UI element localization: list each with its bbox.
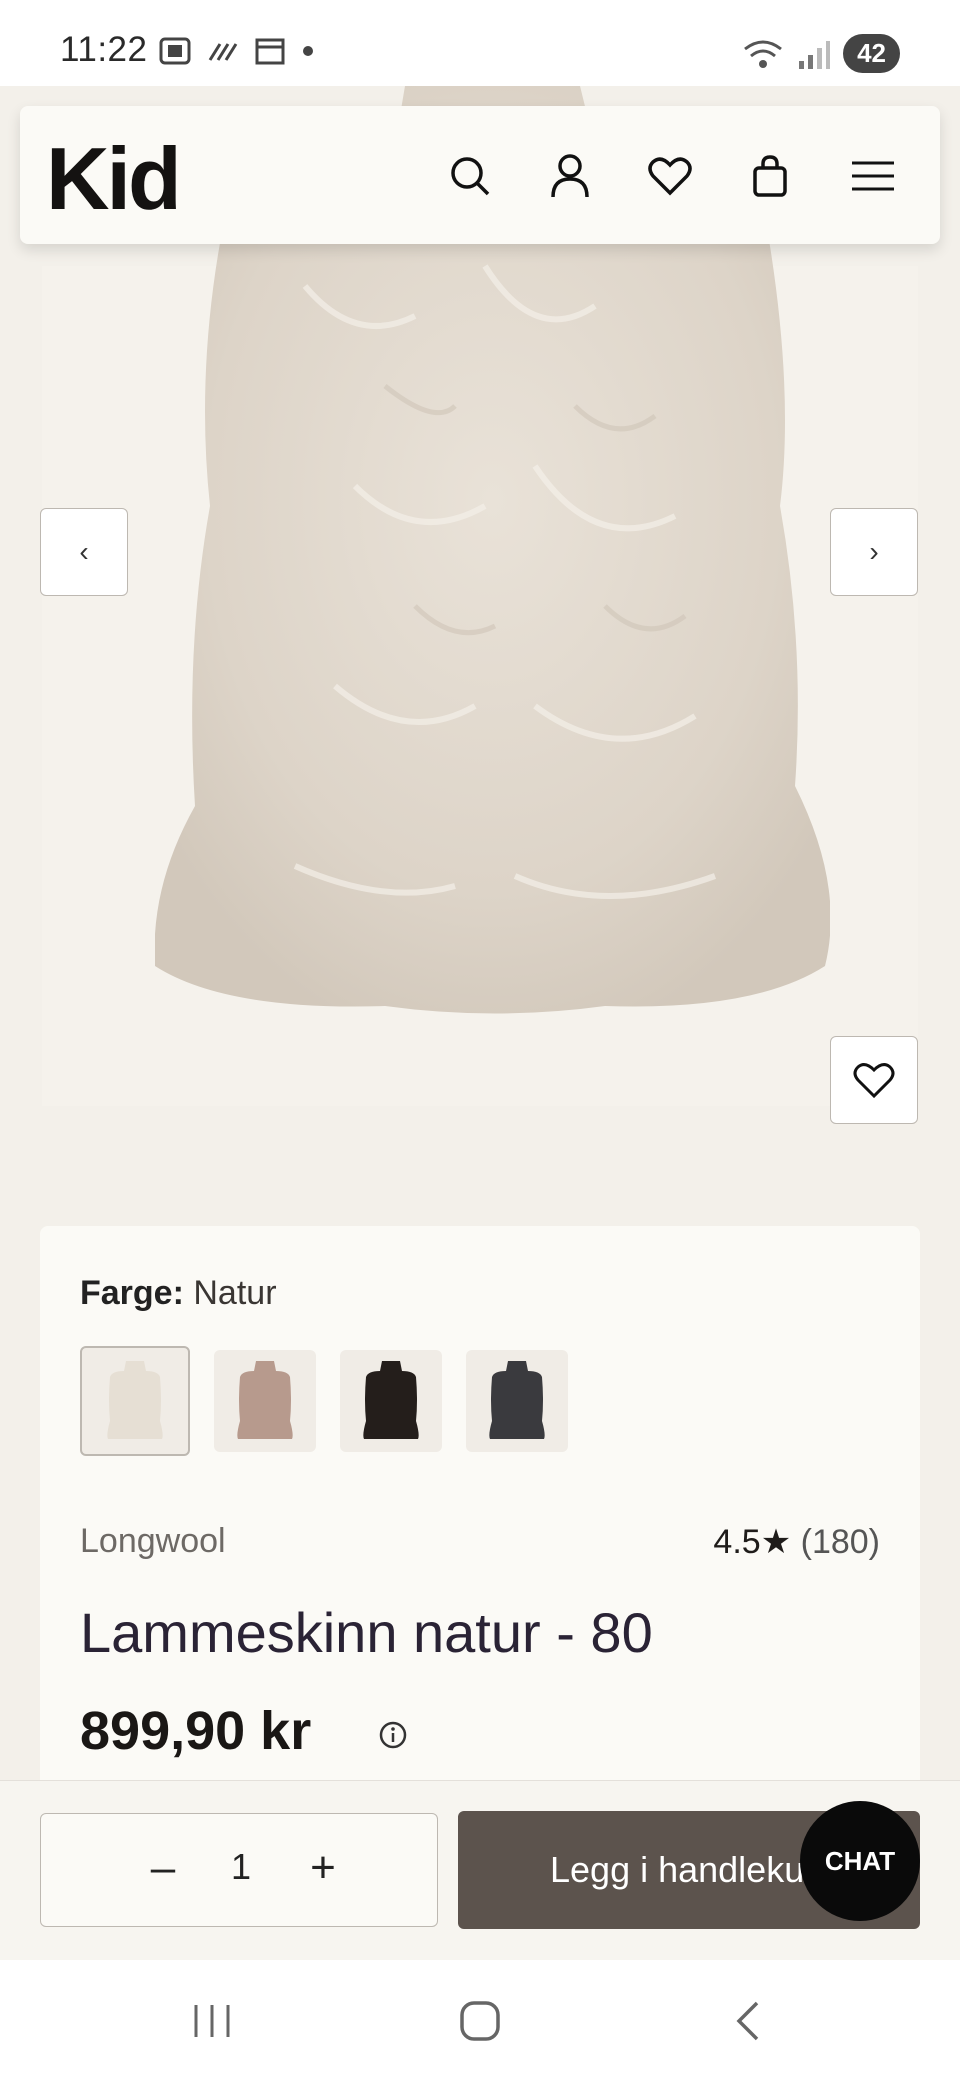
account-icon — [551, 154, 589, 198]
system-navigation-bar — [0, 1960, 960, 2080]
product-price: 899,90 kr — [80, 1701, 312, 1761]
recent-apps-button[interactable] — [182, 1996, 242, 2046]
heart-icon — [853, 1063, 895, 1099]
search-icon — [451, 157, 490, 196]
heart-icon — [648, 157, 692, 196]
gallery-next-button[interactable]: › — [830, 508, 918, 596]
cart-button[interactable] — [740, 146, 800, 206]
site-header: Kid — [20, 106, 940, 244]
status-left-icons — [158, 36, 316, 66]
sheepskin-thumbnail-natur — [107, 1361, 163, 1439]
star-icon: ★ — [760, 1523, 792, 1561]
gallery-prev-button[interactable]: ‹ — [40, 508, 128, 596]
search-button[interactable] — [440, 146, 500, 206]
info-icon[interactable] — [378, 1720, 408, 1750]
product-image-gallery[interactable]: ‹ › — [0, 86, 960, 1186]
home-icon — [460, 2001, 500, 2041]
screenshot-icon — [159, 37, 191, 65]
account-button[interactable] — [540, 146, 600, 206]
rating-value: 4.5 — [713, 1523, 761, 1561]
color-swatches — [80, 1346, 568, 1456]
increase-quantity-button[interactable]: + — [293, 1838, 353, 1898]
back-icon — [736, 2001, 759, 2041]
sheepskin-thumbnail-rose — [237, 1361, 293, 1439]
add-to-wishlist-button[interactable] — [830, 1036, 918, 1124]
status-right-icons: 42 — [741, 34, 900, 73]
home-button[interactable] — [450, 1996, 510, 2046]
swatch-black[interactable] — [340, 1350, 442, 1452]
color-label: Farge: — [80, 1274, 184, 1312]
purchase-bar: – 1 + Legg i handlekurv CHAT — [0, 1780, 960, 1960]
color-value: Natur — [193, 1274, 277, 1312]
sheepskin-thumbnail-black — [363, 1361, 419, 1439]
menu-button[interactable] — [838, 146, 908, 206]
color-selection-label: Farge: Natur — [80, 1274, 277, 1313]
status-bar: 11:22 42 — [0, 0, 960, 86]
sheepskin-thumbnail-grey — [489, 1361, 545, 1439]
quantity-stepper: – 1 + — [40, 1813, 438, 1927]
swatch-rose[interactable] — [214, 1350, 316, 1452]
wishlist-button[interactable] — [640, 146, 700, 206]
bag-icon — [753, 155, 787, 197]
battery-indicator: 42 — [843, 34, 900, 73]
swatch-natur[interactable] — [80, 1346, 190, 1456]
recent-apps-icon — [194, 2005, 230, 2037]
decrease-quantity-button[interactable]: – — [133, 1838, 193, 1898]
status-time: 11:22 — [60, 30, 148, 69]
quantity-value[interactable]: 1 — [211, 1846, 271, 1888]
rating-count: (180) — [800, 1523, 880, 1561]
swatch-grey[interactable] — [466, 1350, 568, 1452]
back-button[interactable] — [718, 1996, 778, 2046]
signal-icon — [799, 40, 831, 69]
chat-button[interactable]: CHAT — [800, 1801, 920, 1921]
calendar-icon — [255, 38, 285, 65]
product-brand[interactable]: Longwool — [80, 1522, 226, 1561]
menu-icon — [852, 161, 894, 191]
wifi-icon — [744, 40, 782, 68]
product-rating[interactable]: 4.5★ (180) — [713, 1522, 880, 1562]
product-title: Lammeskinn natur - 80 — [80, 1601, 653, 1664]
dot-icon — [303, 46, 313, 56]
product-info-card: Farge: Natur Longwool 4.5★ (180) Lammesk… — [40, 1226, 920, 1826]
site-logo[interactable]: Kid — [46, 128, 182, 230]
slashes-icon — [208, 43, 238, 61]
